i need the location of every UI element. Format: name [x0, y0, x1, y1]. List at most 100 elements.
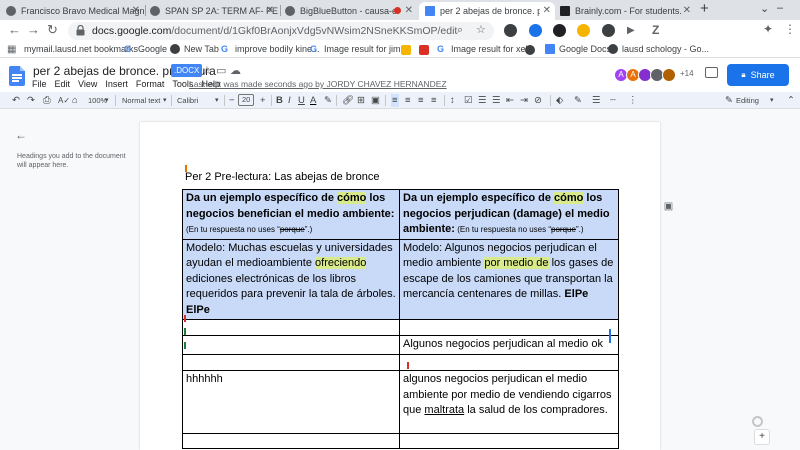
text-color-icon[interactable]: A: [310, 94, 316, 107]
browser-tab[interactable]: BigBlueButton - causa-efect ✕: [285, 2, 417, 20]
model-cell[interactable]: Modelo: Algunos negocios perjudican el m…: [399, 238, 619, 320]
mode-select[interactable]: Editing: [736, 94, 759, 107]
close-icon[interactable]: ✕: [405, 5, 413, 16]
bookmark-star-icon[interactable]: ☆: [476, 23, 486, 36]
align-right-icon[interactable]: ≡: [418, 94, 424, 107]
address-bar[interactable]: docs.google.com/document/d/1Gkf0BrAonjxV…: [68, 22, 494, 40]
back-arrow-icon[interactable]: ←: [15, 128, 27, 142]
style-select[interactable]: Normal text: [122, 94, 160, 107]
bookmark-item[interactable]: New Tab: [170, 44, 219, 54]
extension-icon[interactable]: [577, 24, 590, 37]
bookmark-item[interactable]: Google Docs: [545, 44, 611, 54]
extension-z-icon[interactable]: Z: [652, 23, 659, 37]
tab-search-icon[interactable]: ⌄: [760, 2, 769, 15]
decrease-indent-icon[interactable]: ⇤: [506, 94, 514, 107]
more-options-icon[interactable]: ⋮: [628, 94, 638, 107]
close-icon[interactable]: ✕: [266, 5, 274, 16]
assistant-icon[interactable]: [752, 416, 763, 427]
highlight-icon[interactable]: ✎: [324, 94, 332, 107]
add-comment-icon[interactable]: ▣: [662, 201, 675, 212]
bulleted-list-icon[interactable]: ☰: [478, 94, 487, 107]
extension-icon[interactable]: [553, 24, 566, 37]
share-button[interactable]: 🔒︎ Share: [727, 64, 789, 86]
bold-icon[interactable]: B: [276, 94, 283, 107]
more-menu-icon[interactable]: ⋮: [784, 22, 796, 36]
back-icon[interactable]: ←: [8, 23, 21, 37]
border-width-icon[interactable]: ✎: [574, 94, 582, 107]
table-cell[interactable]: [399, 433, 619, 449]
table-header-cell[interactable]: Da un ejemplo específico de cómo los neg…: [182, 189, 400, 240]
table-cell[interactable]: [182, 319, 400, 336]
justify-icon[interactable]: ≡: [431, 94, 437, 107]
table-cell[interactable]: [399, 354, 619, 371]
border-color-icon[interactable]: ⬖: [556, 94, 563, 107]
table-cell[interactable]: [399, 319, 619, 336]
increase-indent-icon[interactable]: ⇥: [520, 94, 528, 107]
menu-file[interactable]: File: [32, 79, 47, 89]
table-cell[interactable]: hhhhhh: [182, 370, 400, 434]
line-spacing-icon[interactable]: ↕: [450, 94, 455, 107]
browser-tab-active[interactable]: per 2 abejas de bronce. prelectu ✕: [419, 2, 555, 20]
page-heading[interactable]: Per 2 Pre-lectura: Las abejas de bronce: [185, 171, 379, 183]
bookmark-favicon-icon[interactable]: [401, 45, 411, 55]
close-icon[interactable]: ✕: [543, 5, 551, 16]
align-left-icon[interactable]: ≡: [391, 94, 399, 107]
spellcheck-icon[interactable]: A✓: [58, 94, 70, 107]
extension-icon[interactable]: [602, 24, 615, 37]
link-icon[interactable]: 🔗︎: [342, 94, 354, 107]
numbered-list-icon[interactable]: ☰: [492, 94, 501, 107]
model-cell[interactable]: Modelo: Muchas escuelas y universidades …: [182, 238, 400, 320]
new-tab-button[interactable]: +: [700, 0, 709, 17]
menu-edit[interactable]: Edit: [55, 79, 71, 89]
border-dash-icon[interactable]: ┄: [610, 94, 616, 107]
collapse-menus-icon[interactable]: ⌃: [787, 94, 795, 107]
avatar[interactable]: [662, 68, 676, 82]
last-edit-link[interactable]: Last edit was made seconds ago by JORDY …: [189, 79, 447, 89]
menu-format[interactable]: Format: [136, 79, 165, 89]
add-comment-icon[interactable]: ⊞: [357, 94, 365, 107]
browser-tab[interactable]: Brainly.com - For students. By s ✕: [560, 2, 695, 20]
collaborator-count[interactable]: +14: [680, 69, 694, 78]
bookmark-item[interactable]: lausd schology - Go...: [608, 44, 709, 54]
table-cell[interactable]: [182, 335, 400, 355]
bookmark-item[interactable]: G Google: [124, 44, 167, 54]
border-width-icon[interactable]: ☰: [592, 94, 601, 107]
align-center-icon[interactable]: ≡: [405, 94, 411, 107]
table-cell[interactable]: Algunos negocios perjudican al medio ok: [399, 335, 619, 355]
font-size-input[interactable]: 20: [238, 94, 255, 106]
star-icon[interactable]: ☆: [202, 64, 212, 77]
move-folder-icon[interactable]: ▭: [216, 64, 226, 77]
extension-icon[interactable]: [529, 24, 542, 37]
undo-icon[interactable]: ↶: [12, 94, 20, 107]
checklist-icon[interactable]: ☑: [464, 94, 473, 107]
image-icon[interactable]: ▣: [371, 94, 380, 107]
table-cell[interactable]: [182, 354, 400, 371]
docs-logo-icon[interactable]: [9, 66, 25, 86]
explore-button[interactable]: +: [754, 429, 770, 445]
table-cell[interactable]: algunos negocios perjudican el medio amb…: [399, 370, 619, 434]
table-cell[interactable]: [182, 433, 400, 449]
increase-font-icon[interactable]: +: [260, 94, 266, 107]
font-select[interactable]: Calibri: [177, 94, 198, 107]
print-icon[interactable]: ⎙: [43, 94, 51, 107]
extensions-puzzle-icon[interactable]: ✦: [763, 22, 773, 36]
menu-insert[interactable]: Insert: [105, 79, 128, 89]
bookmark-item[interactable]: Gimprove bodily kine...: [221, 44, 320, 54]
bookmark-item[interactable]: G Image result for xello: [437, 44, 535, 54]
play-icon[interactable]: ▶: [627, 24, 635, 38]
clear-formatting-icon[interactable]: ⊘: [534, 94, 542, 107]
reload-icon[interactable]: ↻: [47, 23, 58, 37]
bookmark-favicon-icon[interactable]: [525, 45, 535, 55]
response-table[interactable]: Da un ejemplo específico de cómo los neg…: [182, 189, 619, 449]
redo-icon[interactable]: ↷: [27, 94, 35, 107]
forward-icon[interactable]: →: [27, 23, 40, 37]
close-icon[interactable]: ✕: [132, 5, 140, 16]
italic-icon[interactable]: I: [288, 94, 291, 107]
zoom-search-icon[interactable]: ⌕: [457, 24, 463, 37]
table-header-cell[interactable]: Da un ejemplo específico de cómo los neg…: [399, 189, 619, 240]
decrease-font-icon[interactable]: −: [229, 94, 235, 107]
bookmark-item[interactable]: mymail.lausd.net bookmarks: [10, 44, 138, 54]
browser-tab[interactable]: SPAN SP 2A: TERM AF- PERIOD ✕: [150, 2, 278, 20]
paint-format-icon[interactable]: ⌂: [72, 94, 78, 107]
menu-view[interactable]: View: [78, 79, 97, 89]
